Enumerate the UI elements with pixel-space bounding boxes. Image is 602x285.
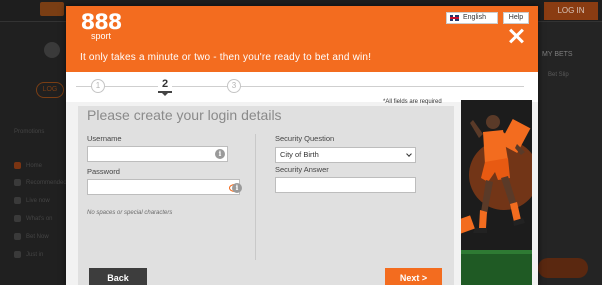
step-3: 3 (227, 79, 241, 93)
header-tagline: It only takes a minute or two - then you… (80, 52, 372, 63)
background-sidebar-item: Live now (26, 198, 50, 204)
background-sidebar-icon (14, 233, 21, 240)
chevron-down-icon (406, 151, 412, 157)
step-1: 1 (91, 79, 105, 93)
promo-image (461, 100, 532, 285)
form-divider (255, 134, 256, 260)
form-title: Please create your login details (87, 107, 282, 123)
background-pill (538, 258, 588, 278)
background-sidebar: LOG Promotions Home Recommended Live now… (0, 22, 67, 285)
security-answer-input[interactable] (275, 177, 416, 193)
background-sidebar-item: Recommended (26, 180, 67, 186)
background-sidebar-item: What's on (26, 216, 53, 222)
background-sidebar-icon (14, 179, 21, 186)
username-info-icon[interactable]: i (215, 149, 225, 159)
background-right-panel (538, 22, 602, 285)
security-question-label: Security Question (275, 134, 335, 143)
login-details-form: Please create your login details Usernam… (78, 106, 454, 285)
modal-header: 888 sport It only takes a minute or two … (66, 6, 538, 72)
back-button[interactable]: Back (89, 268, 147, 285)
background-sidebar-icon (14, 197, 21, 204)
logo-number: 888 (80, 10, 123, 34)
background-login-button: LOG IN (544, 2, 598, 20)
language-label: English (463, 14, 486, 21)
background-bet-slip: Bet Slip (548, 72, 569, 78)
password-input[interactable] (87, 179, 240, 195)
security-answer-label: Security Answer (275, 165, 329, 174)
background-sidebar-icon (14, 215, 21, 222)
steps-line (76, 86, 524, 87)
security-question-select[interactable]: City of Birth (275, 147, 416, 163)
footballer-illustration (470, 115, 525, 233)
password-hint: No spaces or special characters (87, 210, 173, 216)
background-avatar-icon (44, 42, 60, 58)
security-question-value: City of Birth (280, 150, 319, 159)
888sport-logo: 888 sport (78, 11, 124, 41)
background-sidebar-item: Home (26, 163, 43, 169)
background-my-bets: MY BETS (542, 51, 573, 58)
background-sidebar-item: Promotions (14, 129, 45, 135)
background-sidebar-item: Just in (26, 252, 44, 258)
background-sidebar-login: LOG (36, 82, 64, 98)
uk-flag-icon (450, 15, 459, 21)
username-input[interactable] (87, 146, 228, 162)
next-button[interactable]: Next > (385, 268, 442, 285)
step-2-current: 2 (158, 77, 172, 96)
registration-modal: 888 sport It only takes a minute or two … (66, 6, 538, 285)
background-sidebar-icon (14, 162, 21, 169)
password-info-icon[interactable]: i (232, 183, 242, 193)
help-button[interactable]: Help (503, 12, 529, 24)
username-label: Username (87, 134, 122, 143)
close-icon[interactable] (508, 28, 524, 44)
password-label: Password (87, 167, 120, 176)
language-button[interactable]: English (446, 12, 498, 24)
progress-steps: 1 2 3 (66, 72, 538, 102)
background-logo (40, 2, 64, 16)
background-sidebar-item: Bet Now (26, 234, 49, 240)
background-sidebar-icon (14, 251, 21, 258)
required-note: *All fields are required (383, 99, 442, 105)
